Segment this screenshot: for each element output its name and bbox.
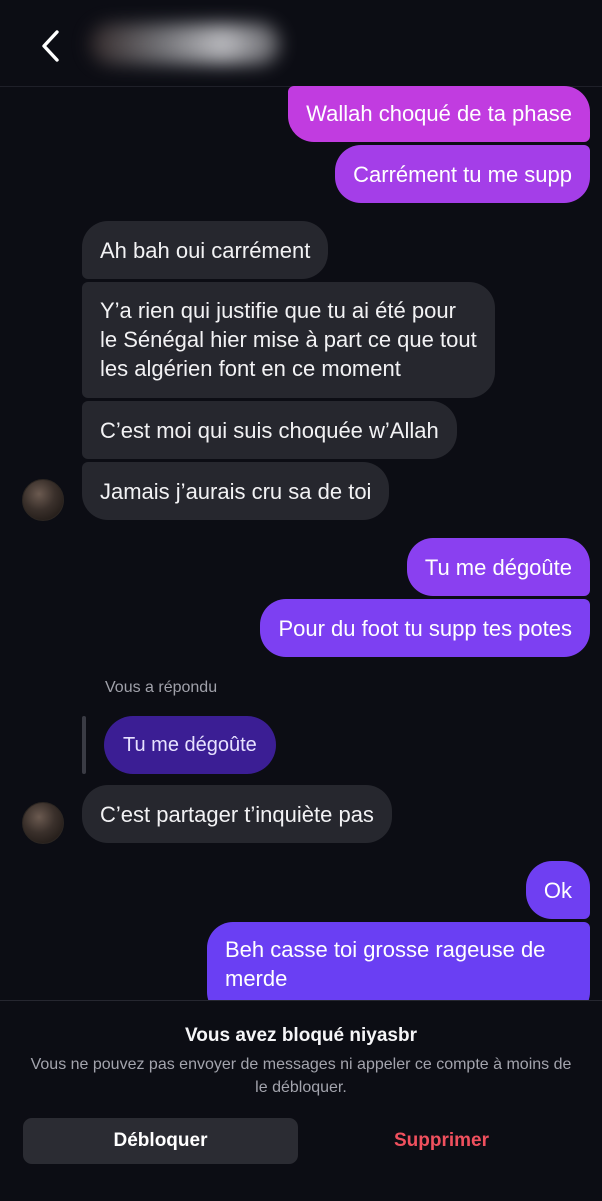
chevron-left-icon	[42, 30, 59, 62]
message-outgoing[interactable]: Tu me dégoûte	[406, 538, 590, 596]
message-outgoing[interactable]: Wallah choqué de ta phase	[288, 86, 590, 142]
message-incoming[interactable]: Y’a rien qui justifie que tu ai été pour…	[82, 282, 495, 398]
contact-avatar[interactable]	[22, 479, 64, 521]
back-button[interactable]	[36, 26, 68, 66]
blocked-description: Vous ne pouvez pas envoyer de messages n…	[30, 1056, 572, 1096]
message-incoming[interactable]: Ah bah oui carrément	[82, 221, 329, 279]
reply-label: Vous a répondu	[105, 679, 218, 696]
message-incoming[interactable]: C’est moi qui suis choquée w’Allah	[82, 401, 457, 459]
blocked-title: Vous avez bloqué niyasbr	[185, 1025, 417, 1046]
delete-button[interactable]: Supprimer	[304, 1118, 579, 1164]
message-line: Y’a rien qui justifie que tu ai été pour	[100, 298, 456, 323]
blurred-contact-name[interactable]	[90, 24, 280, 64]
reply-quote-bar	[82, 716, 86, 774]
chat-header	[0, 0, 602, 87]
unblock-button[interactable]: Débloquer	[23, 1118, 298, 1164]
blocked-footer: Vous avez bloqué niyasbr Vous ne pouvez …	[0, 1000, 602, 1201]
quoted-message[interactable]: Tu me dégoûte	[104, 716, 276, 774]
message-line: le Sénégal hier mise à part ce que tout	[100, 327, 477, 352]
message-line: Beh casse toi grosse rageuse de	[225, 937, 546, 962]
contact-avatar[interactable]	[22, 802, 64, 844]
message-outgoing[interactable]: Carrément tu me supp	[335, 145, 590, 203]
message-outgoing[interactable]: Pour du foot tu supp tes potes	[260, 599, 590, 657]
message-line: les algérien font en ce moment	[100, 356, 401, 381]
message-incoming[interactable]: Jamais j’aurais cru sa de toi	[82, 462, 390, 520]
message-incoming[interactable]: C’est partager t’inquiète pas	[82, 785, 392, 843]
message-outgoing[interactable]: Ok	[525, 861, 590, 919]
message-line: merde	[225, 966, 288, 991]
